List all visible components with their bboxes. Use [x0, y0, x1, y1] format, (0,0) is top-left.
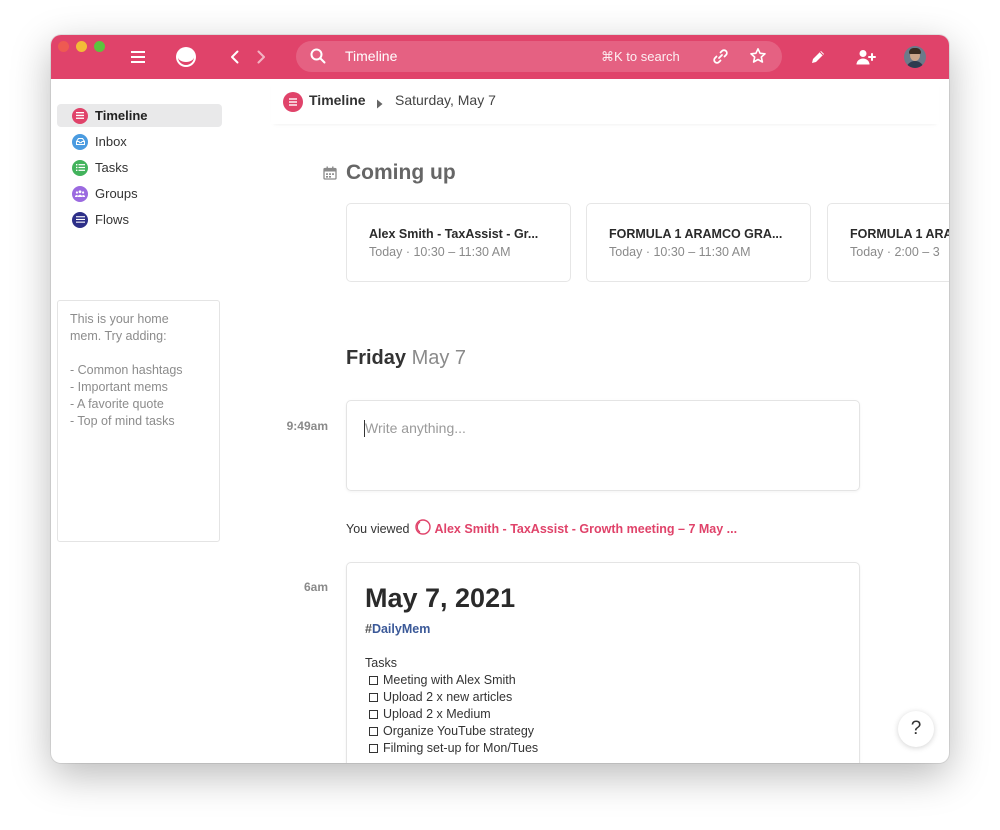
- event-card[interactable]: FORMULA 1 ARA Today · 2:00 – 3: [827, 203, 949, 282]
- checkbox-icon[interactable]: [369, 692, 378, 702]
- pencil-icon[interactable]: [808, 35, 828, 79]
- task-item[interactable]: Organize YouTube strategy: [369, 724, 534, 738]
- task-item[interactable]: Upload 2 x Medium: [369, 707, 491, 721]
- sidebar-item-label: Flows: [95, 212, 129, 227]
- home-mem-line: - Common hashtags: [70, 363, 183, 377]
- home-mem-line: - Top of mind tasks: [70, 414, 175, 428]
- page-title: Saturday, May 7: [395, 92, 496, 108]
- composer-placeholder: Write anything...: [365, 420, 466, 436]
- checkbox-icon[interactable]: [369, 709, 378, 719]
- mem-subtitle: Tasks: [365, 656, 397, 670]
- checkbox-icon[interactable]: [369, 726, 378, 736]
- caret-right-icon: [376, 96, 383, 114]
- checkbox-icon[interactable]: [369, 743, 378, 753]
- home-mem-line: mem. Try adding:: [70, 329, 167, 343]
- mem-circle-icon: [415, 519, 432, 538]
- window-close-button[interactable]: [58, 41, 69, 52]
- top-bar: Timeline ⌘K to search: [51, 35, 949, 79]
- checklist-icon: [72, 159, 88, 176]
- mem-logo-icon[interactable]: [174, 35, 198, 79]
- app-window: Timeline ⌘K to search Timeline Inbox Tas…: [51, 35, 949, 763]
- link-icon[interactable]: [712, 48, 729, 70]
- task-item[interactable]: Meeting with Alex Smith: [369, 673, 516, 687]
- sidebar-item-label: Inbox: [95, 134, 127, 149]
- list-icon: [72, 107, 88, 124]
- mem-time: 6am: [303, 580, 328, 594]
- sidebar-item-label: Groups: [95, 186, 138, 201]
- calendar-icon: [323, 166, 337, 185]
- hamburger-icon[interactable]: [128, 35, 148, 79]
- coming-up-title: Coming up: [346, 161, 456, 184]
- chevron-right-icon[interactable]: [254, 35, 268, 79]
- day-heading: Friday May 7: [346, 347, 467, 369]
- home-mem-note[interactable]: This is your home mem. Try adding: - Com…: [57, 300, 220, 542]
- event-title: FORMULA 1 ARA: [850, 227, 949, 241]
- checkbox-icon[interactable]: [369, 675, 378, 685]
- mem-title: May 7, 2021: [365, 583, 516, 613]
- event-card[interactable]: FORMULA 1 ARAMCO GRA... Today · 10:30 – …: [586, 203, 811, 282]
- search-bar[interactable]: Timeline ⌘K to search: [296, 41, 782, 72]
- composer-time: 9:49am: [286, 419, 328, 433]
- star-icon[interactable]: [749, 47, 767, 70]
- search-icon: [310, 48, 326, 69]
- home-mem-line: This is your home: [70, 312, 169, 326]
- search-input[interactable]: Timeline: [345, 41, 397, 72]
- event-time: Today · 10:30 – 11:30 AM: [369, 245, 511, 259]
- mem-composer[interactable]: Write anything...: [346, 400, 860, 491]
- chevron-left-icon[interactable]: [227, 35, 241, 79]
- search-shortcut-hint: ⌘K to search: [601, 49, 680, 64]
- breadcrumb-timeline[interactable]: Timeline: [309, 92, 366, 108]
- sidebar-item-flows[interactable]: Flows: [57, 208, 222, 231]
- add-user-icon[interactable]: [854, 35, 878, 79]
- timeline-icon: [283, 92, 303, 117]
- sidebar-item-label: Timeline: [95, 108, 148, 123]
- task-item[interactable]: Filming set-up for Mon/Tues: [369, 741, 538, 755]
- event-time: Today · 10:30 – 11:30 AM: [609, 245, 751, 259]
- sidebar-item-timeline[interactable]: Timeline: [57, 104, 222, 127]
- sidebar-item-groups[interactable]: Groups: [57, 182, 222, 205]
- sidebar-item-inbox[interactable]: Inbox: [57, 130, 222, 153]
- viewed-activity: You viewed Alex Smith - TaxAssist - Grow…: [346, 519, 737, 538]
- flows-icon: [72, 211, 88, 228]
- event-time: Today · 2:00 – 3: [850, 245, 940, 259]
- task-item[interactable]: Upload 2 x new articles: [369, 690, 512, 704]
- help-button[interactable]: ?: [898, 711, 934, 747]
- window-minimize-button[interactable]: [76, 41, 87, 52]
- event-card[interactable]: Alex Smith - TaxAssist - Gr... Today · 1…: [346, 203, 571, 282]
- viewed-prefix: You viewed: [346, 521, 410, 536]
- window-zoom-button[interactable]: [94, 41, 105, 52]
- breadcrumb: Timeline Saturday, May 7: [271, 79, 939, 124]
- home-mem-line: - A favorite quote: [70, 397, 164, 411]
- sidebar-item-tasks[interactable]: Tasks: [57, 156, 222, 179]
- inbox-icon: [72, 133, 88, 150]
- event-title: Alex Smith - TaxAssist - Gr...: [369, 227, 539, 241]
- sidebar-item-label: Tasks: [95, 160, 129, 175]
- viewed-mem-link[interactable]: Alex Smith - TaxAssist - Growth meeting …: [434, 522, 737, 536]
- people-icon: [72, 185, 88, 202]
- hashtag-link[interactable]: #DailyMem: [365, 622, 430, 636]
- home-mem-line: [70, 345, 207, 362]
- home-mem-line: - Important mems: [70, 380, 168, 394]
- event-title: FORMULA 1 ARAMCO GRA...: [609, 227, 783, 241]
- user-avatar[interactable]: [904, 46, 926, 68]
- daily-mem-card[interactable]: May 7, 2021 #DailyMem Tasks Meeting with…: [346, 562, 860, 763]
